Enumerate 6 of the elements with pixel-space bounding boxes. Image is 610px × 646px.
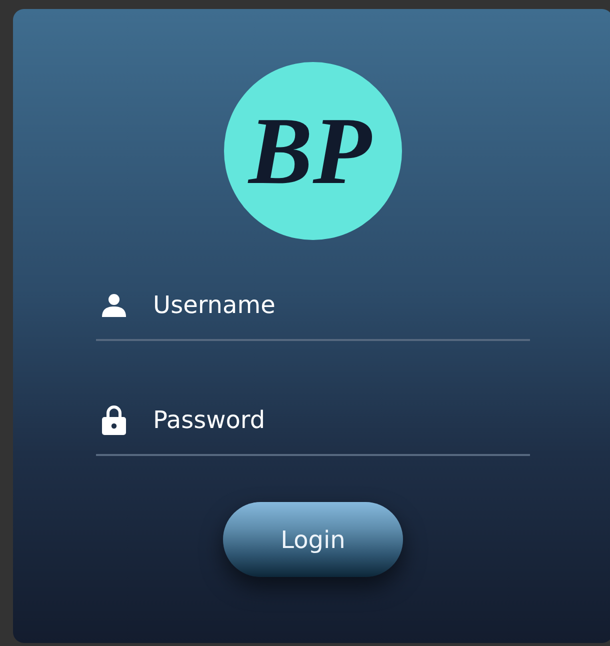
logo: BP xyxy=(224,62,402,240)
lock-icon xyxy=(102,405,126,435)
username-field[interactable]: Username xyxy=(153,291,530,319)
password-field[interactable]: Password xyxy=(153,406,530,434)
login-button[interactable]: Login xyxy=(223,502,403,577)
user-icon xyxy=(102,293,126,317)
